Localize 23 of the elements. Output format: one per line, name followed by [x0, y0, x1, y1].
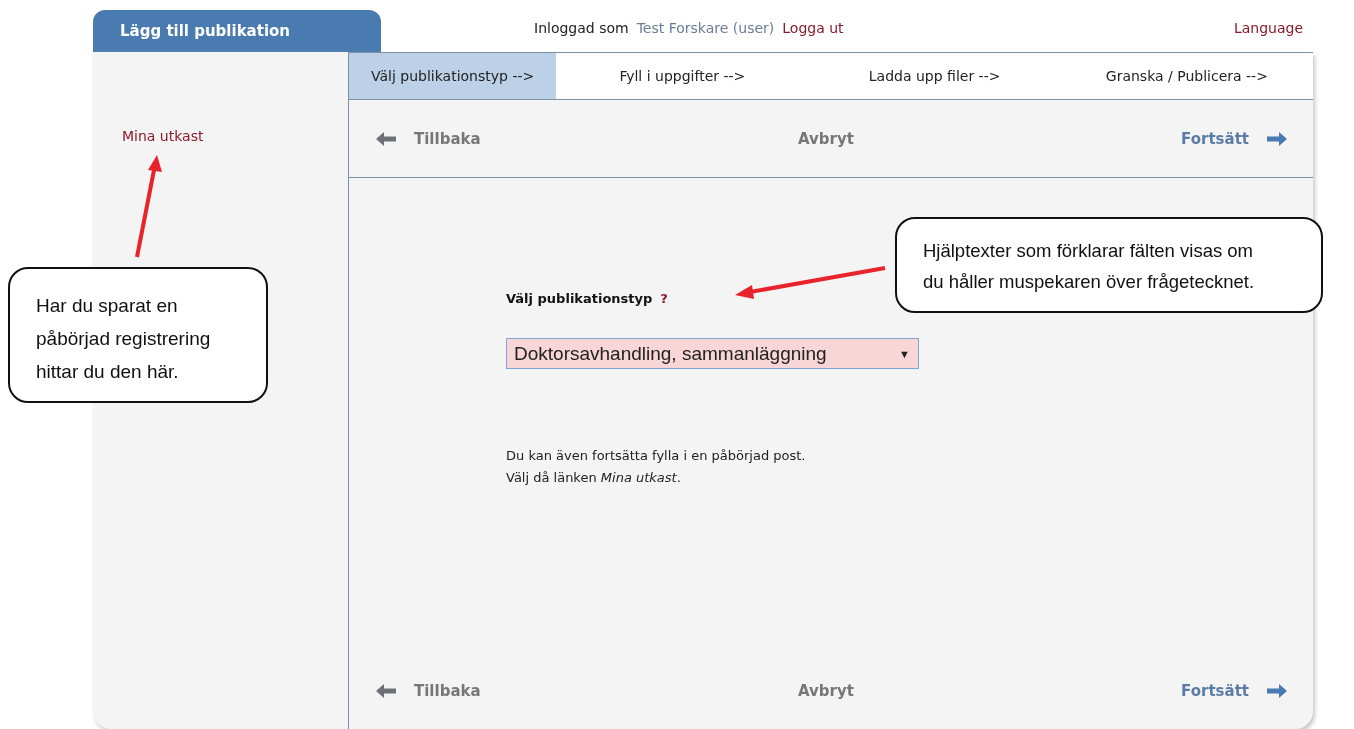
- arrow-right-icon: [1267, 131, 1287, 146]
- back-button[interactable]: Tillbaka: [376, 129, 481, 148]
- cancel-button[interactable]: Avbryt: [797, 129, 854, 148]
- publication-type-select[interactable]: Doktorsavhandling, sammanläggning ▼: [506, 338, 919, 369]
- callout-note: Har du sparat en påbörjad registrering hittar du den här.: [8, 267, 268, 403]
- drafts-link[interactable]: Mina utkast: [122, 128, 204, 144]
- language-link[interactable]: Language: [1233, 10, 1303, 36]
- page-tab[interactable]: Lägg till publikation: [93, 10, 381, 52]
- cancel-button[interactable]: Avbryt: [797, 681, 854, 700]
- logged-in-label: Inloggad som: [534, 20, 629, 36]
- logout-link[interactable]: Logga ut: [782, 20, 844, 36]
- continue-button[interactable]: Fortsätt: [1181, 681, 1287, 700]
- back-button[interactable]: Tillbaka: [376, 681, 481, 700]
- arrow-right-icon: [1267, 683, 1287, 698]
- step-tab[interactable]: Välj publikationstyp -->: [349, 53, 557, 99]
- help-mark[interactable]: ?: [660, 291, 668, 306]
- continue-button[interactable]: Fortsätt: [1181, 129, 1287, 148]
- arrow-left-icon: [376, 683, 396, 698]
- user-link[interactable]: Test Forskare (user): [636, 20, 775, 36]
- arrow-left-icon: [376, 131, 396, 146]
- field-label: Välj publikationstyp: [506, 291, 653, 306]
- drafts-note: Du kan även fortsätta fylla i en påbörjad post. Välj då länken Mina utkast.: [506, 447, 807, 487]
- callout-note: Hjälptexter som förklarar fälten visas om du håller muspekaren över frågetecknet.: [895, 217, 1323, 313]
